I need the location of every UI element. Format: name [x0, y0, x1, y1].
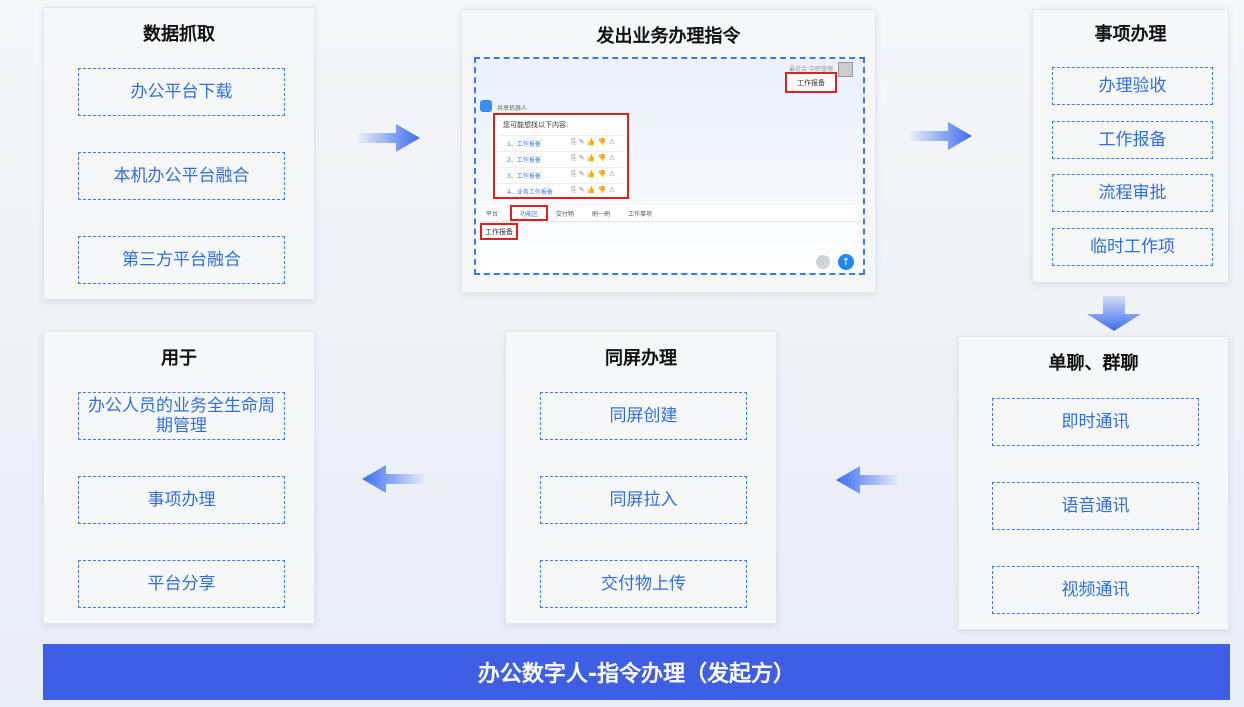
item-voice-call[interactable]: 语音通讯 — [992, 482, 1199, 530]
card-title: 单聊、群聊 — [1048, 353, 1139, 374]
suggestion-row-label: 1、工作报备 — [507, 141, 541, 148]
item-video-call[interactable]: 视频通讯 — [992, 566, 1199, 614]
card-chat: 单聊、群聊 即时通讯 语音通讯 视频通讯 — [958, 336, 1229, 630]
toolbar-work-items[interactable]: 工作事项 — [628, 209, 652, 218]
item-create-share[interactable]: 同屏创建 — [540, 392, 747, 440]
arrow-icon — [1087, 296, 1141, 331]
suggestion-row-label: 4、业务工作报备 — [507, 189, 553, 196]
arrow-icon — [362, 465, 424, 493]
card-screen-share: 同屏办理 同屏创建 同屏拉入 交付物上传 — [505, 331, 777, 624]
toolbar-platform[interactable]: 平台 — [486, 209, 498, 218]
toolbar-refresh[interactable]: 刷一刷 — [592, 209, 610, 218]
card-item-handling: 事项办理 办理验收 工作报备 流程审批 临时工作项 — [1032, 9, 1229, 283]
item-acceptance[interactable]: 办理验收 — [1052, 67, 1213, 105]
item-process-approval[interactable]: 流程审批 — [1052, 174, 1213, 212]
row-action-icons[interactable]: ⎘ ✎ 👍 👎 ⚠ — [571, 170, 615, 179]
send-icon[interactable]: ↑ — [838, 254, 854, 270]
card-title: 用于 — [161, 348, 197, 369]
card-title: 数据抓取 — [143, 24, 215, 45]
suggestion-panel: 您可能想找以下内容: 1、工作报备 ⎘ ✎ 👍 👎 ⚠ 2、工作报备 ⎘ ✎ 👍… — [493, 113, 629, 199]
suggestion-row-label: 3、工作报备 — [507, 173, 541, 180]
toolbar-function: 功能区 — [519, 210, 538, 218]
row-action-icons[interactable]: ⎘ ✎ 👍 👎 ⚠ — [571, 154, 615, 163]
toolbar-function-box[interactable]: 功能区 — [510, 205, 548, 221]
item-upload-deliverable[interactable]: 交付物上传 — [540, 560, 747, 608]
item-temp-work[interactable]: 临时工作项 — [1052, 228, 1213, 266]
avatar-icon — [838, 62, 853, 77]
chat-input-box[interactable]: 工作报备 — [480, 223, 518, 240]
suggestion-row[interactable]: 4、业务工作报备 ⎘ ✎ 👍 👎 ⚠ — [499, 183, 623, 198]
item-lifecycle-management[interactable]: 办公人员的业务全生命周期管理 — [78, 392, 285, 440]
arrow-icon — [910, 122, 972, 150]
item-office-platform-download[interactable]: 办公平台下载 — [78, 68, 285, 116]
suggestion-row[interactable]: 3、工作报备 ⎘ ✎ 👍 👎 ⚠ — [499, 167, 623, 182]
row-action-icons[interactable]: ⎘ ✎ 👍 👎 ⚠ — [571, 186, 615, 195]
chat-mockup: 最近会 中职管理 工作报备 共享机器人 您可能想找以下内容: 1、工作报备 ⎘ … — [474, 57, 865, 275]
suggestion-row-label: 2、工作报备 — [507, 157, 541, 164]
top-request-box[interactable]: 工作报备 — [785, 72, 837, 93]
row-action-icons[interactable]: ⎘ ✎ 👍 👎 ⚠ — [571, 138, 615, 147]
chat-input-text: 工作报备 — [485, 227, 513, 236]
banner-text: 办公数字人-指令办理（发起方） — [477, 662, 796, 687]
banner: 办公数字人-指令办理（发起方） — [43, 644, 1230, 700]
arrow-icon — [358, 124, 420, 152]
item-work-report[interactable]: 工作报备 — [1052, 121, 1213, 159]
mic-icon[interactable] — [816, 255, 830, 269]
bot-name: 共享机器人 — [497, 105, 528, 112]
card-usage: 用于 办公人员的业务全生命周期管理 事项办理 平台分享 — [43, 331, 315, 624]
card-title: 事项办理 — [1094, 24, 1167, 45]
item-local-platform-merge[interactable]: 本机办公平台融合 — [78, 152, 285, 200]
item-matter-handling[interactable]: 事项办理 — [78, 476, 285, 524]
item-third-party-merge[interactable]: 第三方平台融合 — [78, 236, 285, 284]
card-title: 发出业务办理指令 — [596, 26, 741, 47]
suggestion-prompt: 您可能想找以下内容: — [503, 121, 569, 129]
arrow-icon — [836, 466, 898, 494]
toolbar-deliverables[interactable]: 交付物 — [556, 209, 574, 218]
bot-icon — [480, 100, 492, 112]
card-title: 同屏办理 — [605, 348, 677, 369]
card-data-capture: 数据抓取 办公平台下载 本机办公平台融合 第三方平台融合 — [43, 7, 315, 300]
item-join-share[interactable]: 同屏拉入 — [540, 476, 747, 524]
item-instant-message[interactable]: 即时通讯 — [992, 398, 1199, 446]
suggestion-row[interactable]: 1、工作报备 ⎘ ✎ 👍 👎 ⚠ — [499, 135, 623, 150]
item-platform-share[interactable]: 平台分享 — [78, 560, 285, 608]
suggestion-row[interactable]: 2、工作报备 ⎘ ✎ 👍 👎 ⚠ — [499, 151, 623, 166]
top-request-text: 工作报备 — [797, 78, 825, 87]
